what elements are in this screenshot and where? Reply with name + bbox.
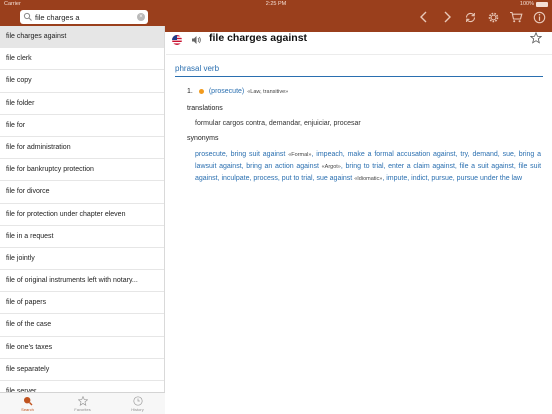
synonym-link[interactable]: bring to trial bbox=[345, 163, 383, 170]
entry-panel: file charges against phrasal verb 1. (pr… bbox=[166, 26, 552, 414]
sense-usage-labels: «Law, transitive» bbox=[247, 88, 289, 95]
register-tag: «Idiomatic» bbox=[354, 176, 383, 183]
synonym-link[interactable]: make a formal accusation against bbox=[348, 151, 456, 158]
speaker-icon[interactable] bbox=[191, 35, 202, 45]
synonym-link[interactable]: process bbox=[253, 175, 278, 182]
register-tag: «Formal» bbox=[288, 152, 312, 158]
info-button[interactable] bbox=[532, 10, 546, 24]
battery-icon bbox=[536, 1, 548, 7]
synonym-link[interactable]: file a suit against bbox=[460, 163, 514, 170]
synonym-link[interactable]: try bbox=[460, 151, 467, 158]
sense-meaning-link[interactable]: (prosecute) bbox=[209, 88, 244, 95]
list-item[interactable]: file for bankruptcy protection bbox=[0, 159, 164, 182]
list-item[interactable]: file separately bbox=[0, 359, 164, 381]
divider bbox=[166, 54, 552, 55]
list-item[interactable]: file of original instruments left with n… bbox=[0, 270, 164, 293]
list-item[interactable]: file server bbox=[0, 381, 164, 392]
tab-favorites-label: Favorites bbox=[74, 406, 91, 412]
word-list[interactable]: file charges against file clerk file copy f… bbox=[0, 26, 165, 392]
synonyms-title: synonyms bbox=[187, 135, 219, 142]
toolbar bbox=[417, 9, 546, 25]
us-flag-icon bbox=[172, 35, 182, 45]
frequency-dot-icon bbox=[198, 89, 204, 94]
sense-1: 1. (prosecute) «Law, transitive» bbox=[187, 88, 288, 95]
clear-icon[interactable]: × bbox=[137, 13, 145, 21]
battery-percent: 100% bbox=[519, 1, 534, 7]
list-item[interactable]: file for administration bbox=[0, 137, 164, 160]
tab-history[interactable]: History bbox=[118, 393, 158, 414]
synonym-link[interactable]: impeach bbox=[316, 151, 342, 158]
search-icon bbox=[23, 396, 32, 405]
tab-search-label: Search bbox=[21, 406, 34, 412]
synonym-link[interactable]: prosecute bbox=[195, 151, 226, 158]
cart-icon bbox=[510, 11, 523, 23]
synonyms-list: prosecute, bring suit against «Formal», … bbox=[195, 151, 542, 183]
tab-history-label: History bbox=[131, 406, 144, 412]
synonym-link[interactable]: inculpate bbox=[221, 175, 249, 182]
synonym-link[interactable]: indict bbox=[411, 175, 427, 182]
synonym-link[interactable]: pursue under the law bbox=[457, 175, 522, 182]
status-bar: Carrier 2:25 PM 100% bbox=[0, 0, 552, 8]
synonym-link[interactable]: sue against bbox=[316, 175, 352, 182]
synonym-link[interactable]: demand bbox=[473, 151, 498, 158]
synonym-link[interactable]: enter a claim against bbox=[388, 163, 455, 170]
headword: file charges against bbox=[209, 32, 308, 44]
back-button[interactable] bbox=[417, 10, 431, 24]
synonym-link[interactable]: impute bbox=[386, 175, 407, 182]
back-icon bbox=[420, 11, 427, 23]
list-item[interactable]: file of papers bbox=[0, 292, 164, 315]
list-item[interactable]: file for bbox=[0, 115, 164, 137]
list-item[interactable]: file folder bbox=[0, 93, 164, 115]
synonym-link[interactable]: bring an action against bbox=[246, 163, 319, 170]
synonym-link[interactable]: sue bbox=[503, 151, 514, 158]
settings-button[interactable] bbox=[486, 10, 500, 24]
star-icon bbox=[77, 395, 88, 406]
list-item[interactable]: file one's taxes bbox=[0, 337, 164, 359]
battery-indicator: 100% bbox=[520, 0, 548, 8]
info-icon bbox=[533, 11, 545, 23]
search-field[interactable]: file charges a × bbox=[20, 10, 148, 24]
list-item[interactable]: file in a request bbox=[0, 226, 164, 248]
list-item[interactable]: file copy bbox=[0, 70, 164, 93]
list-item[interactable]: file of the case bbox=[0, 314, 164, 337]
sync-button[interactable] bbox=[463, 10, 477, 24]
list-item[interactable]: file for divorce bbox=[0, 181, 164, 204]
list-item[interactable]: file jointly bbox=[0, 248, 164, 271]
list-item[interactable]: file clerk bbox=[0, 48, 164, 71]
synonym-link[interactable]: put to trial bbox=[282, 175, 313, 182]
search-input[interactable]: file charges a bbox=[35, 13, 137, 22]
forward-button[interactable] bbox=[440, 10, 454, 24]
search-icon bbox=[23, 12, 32, 21]
translations-title: translations bbox=[187, 105, 223, 112]
register-tag: «Argot» bbox=[321, 164, 341, 171]
forward-icon bbox=[444, 11, 451, 23]
translations-text: formular cargos contra, demandar, enjuic… bbox=[195, 120, 361, 127]
list-item[interactable]: file charges against bbox=[0, 26, 164, 49]
clock: 2:25 PM bbox=[265, 1, 287, 7]
synonym-link[interactable]: bring suit against bbox=[231, 151, 286, 158]
tab-search[interactable]: Search bbox=[8, 393, 48, 414]
tab-bar: Search Favorites History bbox=[0, 392, 165, 414]
synonym-link[interactable]: pursue bbox=[431, 175, 452, 182]
list-item[interactable]: file for protection under chapter eleven bbox=[0, 204, 164, 226]
gear-icon bbox=[488, 12, 498, 22]
sense-number: 1. bbox=[187, 88, 193, 95]
part-of-speech-rule bbox=[175, 76, 543, 77]
part-of-speech: phrasal verb bbox=[175, 64, 220, 73]
sync-icon bbox=[465, 12, 475, 22]
tab-favorites[interactable]: Favorites bbox=[63, 393, 103, 414]
clock-icon bbox=[132, 395, 143, 406]
favorite-star-icon[interactable] bbox=[530, 32, 542, 44]
store-button[interactable] bbox=[509, 10, 523, 24]
